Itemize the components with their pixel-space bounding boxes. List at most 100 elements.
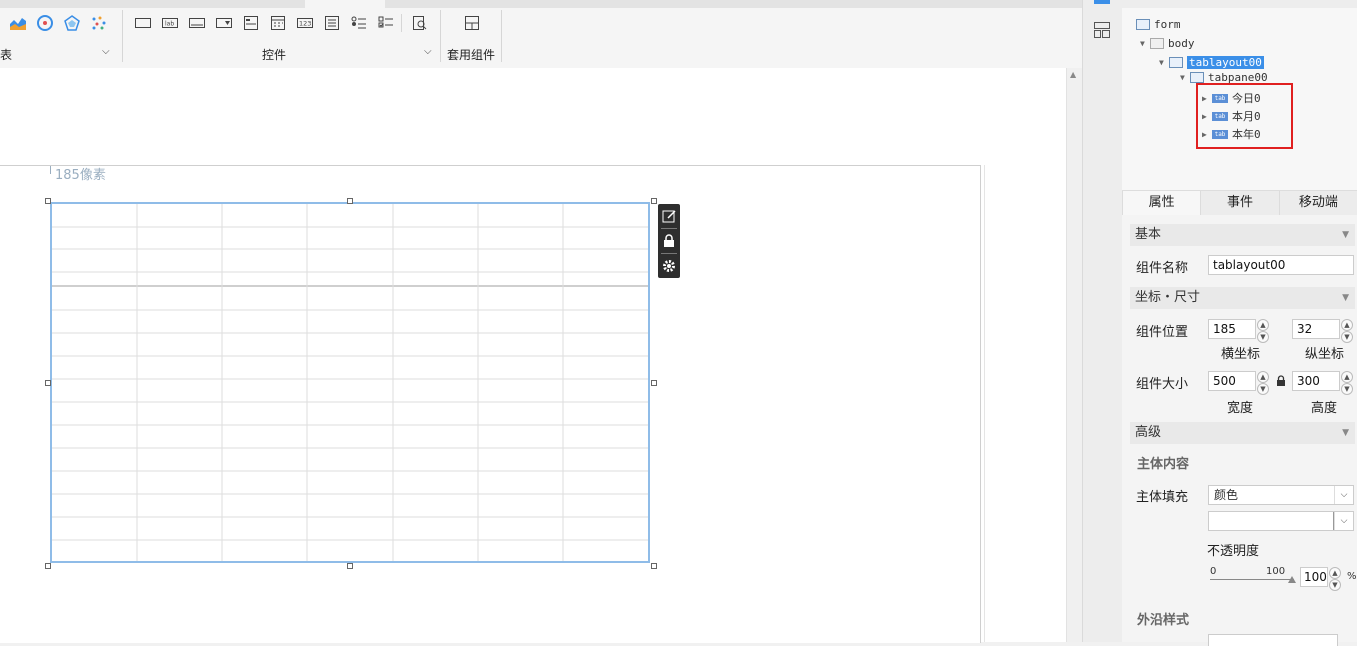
ribbon-separator bbox=[401, 14, 402, 32]
x-input[interactable]: 185 bbox=[1208, 319, 1256, 339]
resize-handle-s[interactable] bbox=[347, 563, 353, 569]
collapse-icon[interactable]: ▼ bbox=[1342, 224, 1349, 246]
resize-handle-w[interactable] bbox=[45, 380, 51, 386]
expand-arrow-icon[interactable]: ▼ bbox=[1180, 73, 1190, 82]
chevron-down-icon[interactable]: ⌵ bbox=[102, 46, 110, 57]
svg-text:lab: lab bbox=[165, 21, 174, 28]
x-stepper[interactable]: ▲ ▼ bbox=[1257, 319, 1269, 343]
chart-area-icon[interactable] bbox=[9, 14, 27, 32]
search-doc-icon[interactable] bbox=[411, 14, 429, 32]
resize-handle-se[interactable] bbox=[651, 563, 657, 569]
layout-panel-icon[interactable] bbox=[1094, 22, 1110, 41]
side-tool-strip bbox=[1082, 0, 1123, 642]
opacity-label: 不透明度 bbox=[1207, 544, 1260, 559]
y-stepper[interactable]: ▲ ▼ bbox=[1341, 319, 1353, 343]
resize-handle-sw[interactable] bbox=[45, 563, 51, 569]
tree-node-tablayout[interactable]: ▼ tablayout00 bbox=[1159, 53, 1264, 71]
combo-icon[interactable] bbox=[215, 14, 233, 32]
number-123-icon[interactable]: 123 bbox=[296, 14, 314, 32]
opacity-stepper[interactable]: ▲ ▼ bbox=[1329, 567, 1341, 591]
opacity-input[interactable]: 100 bbox=[1300, 567, 1328, 587]
ribbon-active-tab[interactable] bbox=[305, 0, 385, 8]
tree-node-tabpane[interactable]: ▼ tabpane00 bbox=[1180, 71, 1268, 83]
calendar-icon[interactable] bbox=[269, 14, 287, 32]
slider-min-label: 0 bbox=[1210, 566, 1217, 577]
gauge-icon[interactable] bbox=[36, 14, 54, 32]
tab-events[interactable]: 事件 bbox=[1200, 191, 1279, 215]
tree-node-body[interactable]: ▼ body bbox=[1140, 34, 1195, 52]
label-box-icon[interactable] bbox=[134, 14, 152, 32]
button-icon[interactable] bbox=[188, 14, 206, 32]
fill-type-select[interactable]: 颜色 ⌵ bbox=[1208, 485, 1354, 505]
scatter-icon[interactable] bbox=[90, 14, 108, 32]
collapse-icon[interactable]: ▼ bbox=[1342, 422, 1349, 444]
chevron-down-icon[interactable]: ⌵ bbox=[1334, 512, 1353, 530]
expand-arrow-icon[interactable]: ▼ bbox=[1140, 39, 1150, 48]
y-caption: 纵坐标 bbox=[1305, 347, 1345, 362]
opacity-slider-track[interactable] bbox=[1210, 579, 1294, 580]
section-basic[interactable]: 基本 ▼ bbox=[1130, 224, 1355, 246]
resize-handle-e[interactable] bbox=[651, 380, 657, 386]
width-stepper[interactable]: ▲ ▼ bbox=[1257, 371, 1269, 395]
resize-handle-nw[interactable] bbox=[45, 198, 51, 204]
expand-arrow-icon[interactable]: ▼ bbox=[1159, 58, 1169, 67]
svg-text:123: 123 bbox=[299, 20, 311, 28]
radar-icon[interactable] bbox=[63, 14, 81, 32]
height-input[interactable]: 300 bbox=[1292, 371, 1340, 391]
tab-properties[interactable]: 属性 bbox=[1122, 191, 1201, 215]
opacity-slider-thumb[interactable] bbox=[1288, 576, 1296, 583]
resize-handle-ne[interactable] bbox=[651, 198, 657, 204]
coord-tick bbox=[50, 166, 51, 174]
tablayout-widget[interactable] bbox=[50, 202, 650, 563]
body-content-heading: 主体内容 bbox=[1137, 457, 1190, 472]
layout-template-icon[interactable] bbox=[463, 14, 481, 32]
radio-list-icon[interactable] bbox=[377, 14, 395, 32]
height-stepper[interactable]: ▲ ▼ bbox=[1341, 371, 1353, 395]
ribbon-group-label-template: 套用组件 bbox=[447, 48, 496, 62]
form-icon bbox=[1136, 18, 1150, 30]
tree-node-form[interactable]: form bbox=[1136, 15, 1181, 33]
list-icon[interactable] bbox=[323, 14, 341, 32]
tree-toolbar bbox=[1122, 0, 1357, 8]
position-label: 组件位置 bbox=[1136, 325, 1189, 340]
tab-mobile[interactable]: 移动端 bbox=[1278, 191, 1357, 215]
canvas-scrollbar[interactable]: ▲ bbox=[1066, 68, 1083, 642]
lock-icon[interactable] bbox=[658, 230, 680, 252]
border-style-label-partial bbox=[1136, 636, 1196, 642]
chevron-down-icon[interactable]: ⌵ bbox=[1334, 486, 1353, 504]
widget-floating-toolbar bbox=[658, 204, 680, 278]
height-caption: 高度 bbox=[1311, 401, 1338, 416]
ribbon-tab-strip bbox=[0, 0, 1082, 8]
x-coordinate-label: 185像素 bbox=[55, 168, 106, 183]
collapse-icon[interactable]: ▼ bbox=[1342, 287, 1349, 309]
ribbon-separator bbox=[501, 10, 502, 62]
section-advanced[interactable]: 高级 ▼ bbox=[1130, 422, 1355, 444]
scroll-up-icon[interactable]: ▲ bbox=[1070, 70, 1076, 79]
gear-icon[interactable] bbox=[658, 255, 680, 277]
section-position-size[interactable]: 坐标・尺寸 ▼ bbox=[1130, 287, 1355, 309]
width-caption: 宽度 bbox=[1227, 401, 1254, 416]
edit-icon[interactable] bbox=[658, 205, 680, 227]
checkbox-list-icon[interactable] bbox=[350, 14, 368, 32]
frame-icon[interactable] bbox=[242, 14, 260, 32]
toolbar-divider bbox=[661, 228, 677, 229]
border-style-select[interactable] bbox=[1208, 634, 1338, 646]
active-tool-indicator bbox=[1094, 0, 1110, 4]
y-input[interactable]: 32 bbox=[1292, 319, 1340, 339]
lab-icon[interactable]: lab bbox=[161, 14, 179, 32]
color-swatch[interactable] bbox=[1209, 512, 1334, 530]
resize-handle-n[interactable] bbox=[347, 198, 353, 204]
name-label: 组件名称 bbox=[1136, 261, 1189, 276]
page-border bbox=[984, 165, 985, 642]
aspect-lock-icon[interactable] bbox=[1276, 375, 1286, 390]
tablayout-icon bbox=[1169, 56, 1183, 68]
width-input[interactable]: 500 bbox=[1208, 371, 1256, 391]
chevron-down-icon[interactable]: ⌵ bbox=[424, 46, 432, 57]
border-style-heading: 外沿样式 bbox=[1137, 613, 1190, 628]
component-name-input[interactable]: tablayout00 bbox=[1208, 255, 1354, 275]
slider-max-label: 100 bbox=[1266, 566, 1286, 577]
fill-label: 主体填充 bbox=[1136, 490, 1189, 505]
ribbon-group-label-left: 表 bbox=[0, 48, 13, 62]
x-caption: 横坐标 bbox=[1221, 347, 1261, 362]
fill-color-picker[interactable]: ⌵ bbox=[1208, 511, 1354, 531]
